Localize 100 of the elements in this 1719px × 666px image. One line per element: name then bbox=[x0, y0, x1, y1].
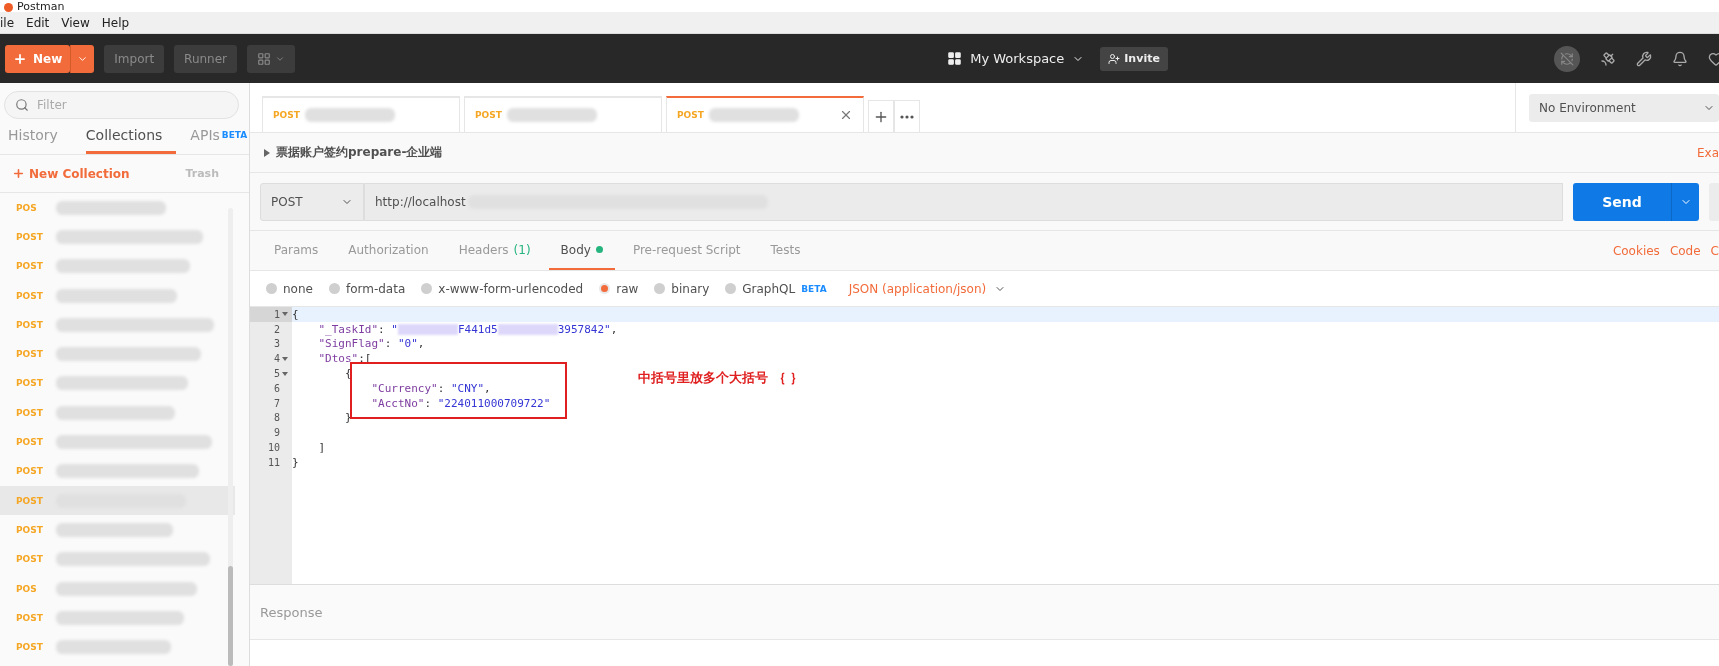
content-type-dropdown[interactable]: JSON (application/json) bbox=[842, 280, 1013, 297]
request-list-item[interactable]: POST bbox=[0, 485, 235, 516]
code-token: "AcctNo" bbox=[370, 396, 425, 410]
grid-icon bbox=[257, 51, 272, 66]
line-number: 1 bbox=[250, 307, 292, 322]
request-list-item[interactable]: POS bbox=[0, 573, 235, 604]
trash-button[interactable]: Trash bbox=[179, 166, 225, 181]
side-link[interactable]: Code bbox=[1669, 243, 1701, 258]
request-section-tab[interactable]: Headers (1) bbox=[446, 231, 543, 270]
add-tab-button[interactable] bbox=[868, 100, 894, 132]
code-token: } bbox=[291, 455, 299, 469]
request-section-tab[interactable]: Pre-request Script bbox=[620, 231, 753, 270]
line-number: 6 bbox=[272, 381, 281, 396]
menu-item[interactable]: Edit bbox=[26, 15, 50, 30]
line-number: 7 bbox=[272, 396, 281, 411]
request-list-item[interactable]: POST bbox=[0, 515, 235, 545]
body-type-radio[interactable]: form-data bbox=[328, 281, 406, 296]
code-token: , bbox=[483, 381, 491, 395]
menu-item[interactable]: Help bbox=[101, 15, 130, 30]
menu-item[interactable]: ile bbox=[0, 15, 15, 30]
scrollbar[interactable] bbox=[228, 208, 233, 666]
body-type-radio[interactable]: none bbox=[266, 281, 313, 296]
code-token: : bbox=[423, 396, 433, 410]
request-tab[interactable]: POST bbox=[666, 96, 864, 132]
line-number: 10 bbox=[266, 441, 281, 455]
fold-caret-icon[interactable] bbox=[282, 312, 288, 317]
new-button[interactable]: New bbox=[5, 44, 71, 73]
new-collection-button[interactable]: New Collection bbox=[12, 166, 130, 181]
code-token: "SignFlag" bbox=[317, 337, 385, 351]
request-list-item[interactable]: POST bbox=[0, 368, 235, 399]
side-link[interactable]: C bbox=[1710, 243, 1719, 258]
workspace-dropdown[interactable]: My Workspace bbox=[941, 50, 1091, 67]
request-list-item[interactable]: POST bbox=[0, 280, 235, 311]
sidebar-tab[interactable]: History bbox=[8, 119, 72, 154]
request-list-item[interactable]: POST bbox=[0, 456, 235, 486]
code-token: { bbox=[291, 307, 299, 321]
body-type-radio[interactable]: x-www-form-urlencoded bbox=[421, 281, 584, 296]
filter-field[interactable]: Filter bbox=[4, 91, 239, 119]
body-type-radio[interactable]: binary bbox=[654, 281, 710, 296]
new-window-button[interactable] bbox=[247, 44, 296, 73]
request-list-item[interactable]: POST bbox=[0, 427, 235, 457]
line-number: 2 bbox=[272, 322, 281, 337]
request-tab[interactable]: POST bbox=[464, 96, 662, 132]
new-dropdown-button[interactable] bbox=[70, 44, 95, 73]
menu-item[interactable]: View bbox=[61, 15, 90, 30]
invite-button[interactable]: Invite bbox=[1100, 46, 1168, 71]
close-button[interactable] bbox=[839, 108, 853, 122]
window-title: Postman bbox=[17, 1, 65, 12]
blurred-redaction bbox=[497, 323, 558, 335]
request-list-item[interactable]: POST bbox=[0, 632, 235, 662]
sidebar-tab[interactable]: APIs$^{BETA}$ bbox=[190, 119, 262, 154]
import-button[interactable]: Import bbox=[104, 44, 165, 73]
environment-dropdown[interactable]: No Environment bbox=[1529, 93, 1719, 122]
request-list-item[interactable]: POS bbox=[0, 193, 235, 223]
body-type-radio[interactable]: raw bbox=[599, 281, 639, 296]
bell-icon[interactable] bbox=[1672, 50, 1688, 67]
url-field[interactable]: http://localhost bbox=[364, 182, 1563, 221]
response-title: Response bbox=[260, 604, 323, 620]
more-icon bbox=[900, 114, 914, 119]
close-icon bbox=[839, 108, 853, 122]
fold-caret-icon[interactable] bbox=[282, 356, 288, 361]
request-section-tab[interactable]: Authorization bbox=[336, 231, 441, 270]
side-link[interactable]: Cookies bbox=[1612, 243, 1660, 258]
request-name: 票据账户签约prepare-企业端 bbox=[276, 144, 443, 161]
app-icon bbox=[4, 3, 13, 12]
line-number: 4 bbox=[250, 351, 292, 367]
request-section-tab[interactable]: Tests bbox=[758, 231, 813, 270]
sidebar-tab[interactable]: Collections bbox=[85, 119, 177, 154]
plus-icon bbox=[12, 167, 25, 180]
fold-caret-icon[interactable] bbox=[282, 371, 288, 376]
line-number: 11 bbox=[266, 455, 281, 470]
code-token: "Dtos" bbox=[317, 352, 359, 366]
request-list-item[interactable]: POST bbox=[0, 398, 235, 428]
expand-triangle-icon[interactable] bbox=[264, 148, 270, 157]
request-list-item[interactable]: POST bbox=[0, 222, 235, 252]
blurred-redaction bbox=[397, 323, 458, 335]
sync-off-icon[interactable] bbox=[1554, 45, 1580, 72]
line-number: 5 bbox=[250, 366, 292, 381]
grid-icon bbox=[947, 51, 963, 66]
request-list-item[interactable]: POST bbox=[0, 339, 235, 369]
method-dropdown[interactable]: POST bbox=[260, 182, 364, 221]
examples-link[interactable]: Exa bbox=[1696, 145, 1719, 160]
request-list-item[interactable]: POST bbox=[0, 310, 235, 340]
request-tab[interactable]: POST bbox=[262, 96, 460, 132]
code-token: ] bbox=[317, 441, 326, 455]
send-button[interactable]: Send bbox=[1573, 182, 1671, 221]
plus-icon bbox=[13, 51, 27, 66]
send-dropdown-button[interactable] bbox=[1671, 182, 1699, 221]
request-list-item[interactable]: POST bbox=[0, 603, 235, 633]
request-section-tab[interactable]: Params bbox=[262, 231, 331, 270]
request-list-item[interactable]: POST bbox=[0, 251, 235, 281]
code-token: { bbox=[343, 367, 352, 381]
request-section-tab[interactable]: Body bbox=[548, 231, 615, 270]
request-list-item[interactable]: POST bbox=[0, 544, 235, 574]
settings-icon[interactable] bbox=[1636, 50, 1652, 67]
search-icon bbox=[15, 98, 29, 112]
user-plus-icon bbox=[1108, 52, 1121, 65]
heart-icon[interactable] bbox=[1708, 50, 1719, 67]
runner-button[interactable]: Runner bbox=[174, 44, 238, 73]
satellite-icon[interactable] bbox=[1600, 50, 1616, 67]
